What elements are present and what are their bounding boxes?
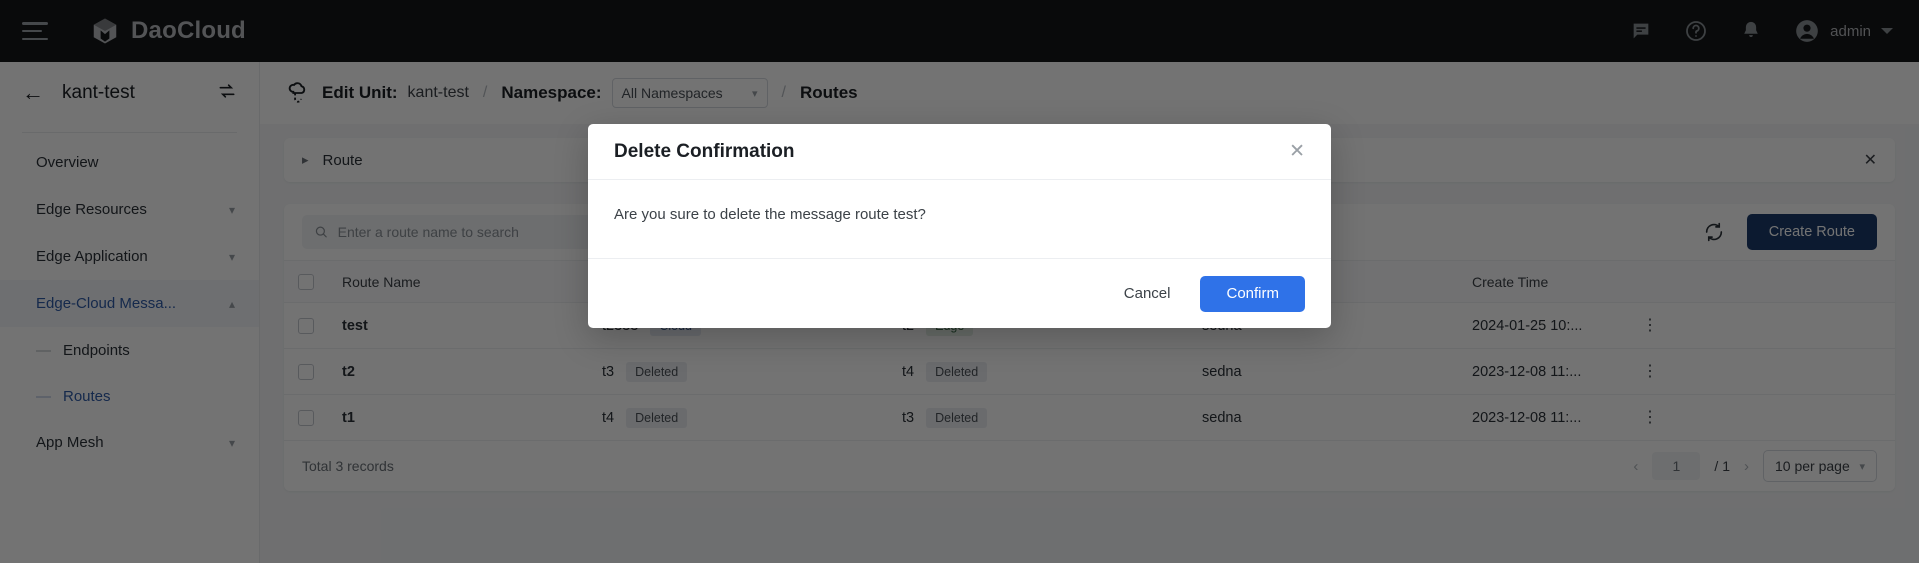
dialog-title: Delete Confirmation — [614, 140, 795, 162]
dialog-footer: Cancel Confirm — [588, 258, 1331, 328]
dialog-message: Are you sure to delete the message route… — [614, 206, 926, 223]
app-root: DaoCloud admin ← kant-test — [0, 0, 1919, 563]
delete-confirmation-dialog: Delete Confirmation ✕ Are you sure to de… — [588, 124, 1331, 328]
close-icon[interactable]: ✕ — [1289, 142, 1305, 161]
dialog-header: Delete Confirmation ✕ — [588, 124, 1331, 180]
cancel-button[interactable]: Cancel — [1114, 277, 1181, 310]
confirm-button[interactable]: Confirm — [1200, 275, 1305, 312]
